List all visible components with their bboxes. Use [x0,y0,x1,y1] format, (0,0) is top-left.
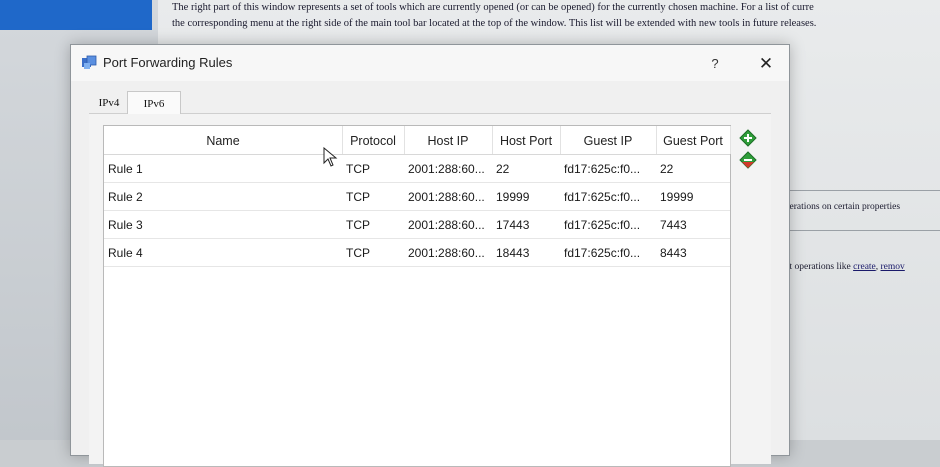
cell-guest-ip: fd17:625c:f0... [564,162,641,176]
cell-guest-port: 22 [660,162,674,176]
cell-host-port: 18443 [496,246,530,260]
cell-name: Rule 1 [108,162,143,176]
cell-protocol: TCP [346,218,370,232]
virtualbox-icon [82,55,97,69]
cell-guest-port: 8443 [660,246,687,260]
cell-name: Rule 3 [108,218,143,232]
table-row[interactable]: Rule 2 TCP 2001:288:60... 19999 fd17:625… [104,183,730,211]
cell-host-ip: 2001:288:60... [408,218,485,232]
cell-name: Rule 2 [108,190,143,204]
cell-host-ip: 2001:288:60... [408,246,485,260]
cell-guest-port: 19999 [660,190,694,204]
close-button[interactable]: ✕ [751,53,781,75]
cell-guest-ip: fd17:625c:f0... [564,246,641,260]
column-header-host-ip[interactable]: Host IP [404,126,493,154]
help-text-line-1: The right part of this window represents… [172,2,814,13]
cell-host-port: 19999 [496,190,530,204]
remove-link[interactable]: remov [881,262,905,272]
help-text-fragment-2-prefix: hot operations like [780,262,854,272]
dialog-titlebar[interactable]: Port Forwarding Rules ? ✕ [71,45,789,81]
cell-guest-port: 7443 [660,218,687,232]
help-text-fragment-2: hot operations like create, remov [780,262,905,272]
help-divider [773,190,940,191]
add-rule-icon[interactable] [739,129,757,147]
cell-host-ip: 2001:288:60... [408,190,485,204]
column-header-guest-port[interactable]: Guest Port [656,126,731,154]
help-divider [773,230,940,231]
help-sidebar-selected-item[interactable] [0,0,152,30]
column-header-guest-ip[interactable]: Guest IP [560,126,657,154]
create-link[interactable]: create [853,262,876,272]
tab-ipv6[interactable]: IPv6 [127,91,181,114]
dialog-title: Port Forwarding Rules [103,55,233,70]
mouse-pointer-icon [323,147,338,167]
cell-name: Rule 4 [108,246,143,260]
cell-host-port: 22 [496,162,510,176]
help-text-line-2: the corresponding menu at the right side… [172,18,817,29]
help-button[interactable]: ? [703,54,727,74]
cell-host-port: 17443 [496,218,530,232]
rules-table: Name Protocol Host IP Host Port Guest IP… [103,125,731,467]
cell-host-ip: 2001:288:60... [408,162,485,176]
table-header: Name Protocol Host IP Host Port Guest IP… [104,126,731,155]
column-header-protocol[interactable]: Protocol [342,126,405,154]
cell-guest-ip: fd17:625c:f0... [564,190,641,204]
help-text-fragment-1: operations on certain properties [780,202,901,212]
tab-ipv4[interactable]: IPv4 [91,93,127,113]
cell-protocol: TCP [346,190,370,204]
remove-rule-icon[interactable] [739,151,757,169]
table-row[interactable]: Rule 4 TCP 2001:288:60... 18443 fd17:625… [104,239,730,267]
cell-protocol: TCP [346,162,370,176]
column-header-host-port[interactable]: Host Port [492,126,561,154]
port-forwarding-dialog: Port Forwarding Rules ? ✕ IPv4 IPv6 Name… [70,44,790,467]
column-header-name[interactable]: Name [104,126,343,154]
cell-guest-ip: fd17:625c:f0... [564,218,641,232]
cell-protocol: TCP [346,246,370,260]
table-row[interactable]: Rule 3 TCP 2001:288:60... 17443 fd17:625… [104,211,730,239]
table-row[interactable]: Rule 1 TCP 2001:288:60... 22 fd17:625c:f… [104,155,730,183]
